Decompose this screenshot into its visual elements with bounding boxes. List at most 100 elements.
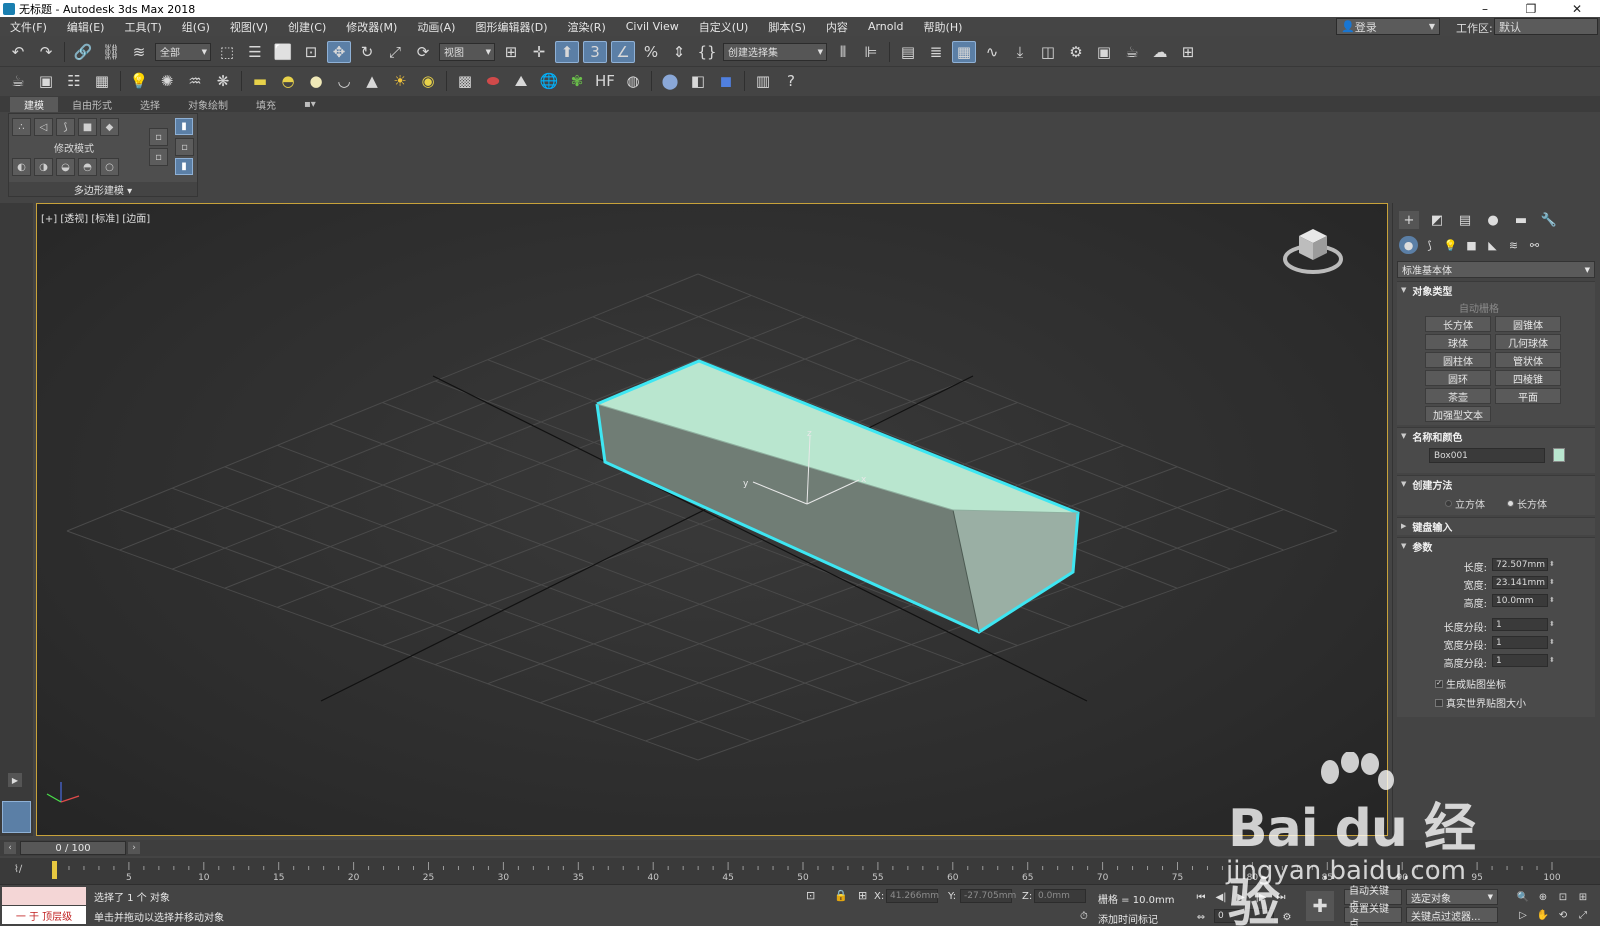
- tab-modeling[interactable]: 建模: [10, 97, 58, 112]
- vertex-mode-icon[interactable]: ∴: [12, 118, 31, 136]
- goto-start-icon[interactable]: ⏮: [1192, 889, 1210, 905]
- spinner-icon[interactable]: ⬍: [1549, 560, 1555, 568]
- curve-editor-icon[interactable]: ∿: [980, 41, 1004, 63]
- grid-icon[interactable]: ▩: [453, 70, 477, 92]
- menu-modifiers[interactable]: 修改器(M): [336, 19, 407, 35]
- plane-button[interactable]: 平面: [1495, 388, 1561, 404]
- menu-graph-editors[interactable]: 图形编辑器(D): [465, 19, 557, 35]
- menu-animation[interactable]: 动画(A): [407, 19, 465, 35]
- tab-freeform[interactable]: 自由形式: [58, 97, 126, 112]
- select-by-name-icon[interactable]: ☰: [243, 41, 267, 63]
- show-end-result-icon[interactable]: ▮: [175, 118, 193, 135]
- menu-rendering[interactable]: 渲染(R): [558, 19, 616, 35]
- sphere-primitive-icon[interactable]: ●: [304, 70, 328, 92]
- key-filters-button[interactable]: 关键点过滤器...: [1406, 907, 1498, 923]
- box-object[interactable]: [595, 359, 1080, 634]
- creation-method-header[interactable]: ▼ 创建方法: [1397, 476, 1595, 492]
- zoom-extents-all-icon[interactable]: ⊞: [1574, 889, 1592, 905]
- percent-snap-icon[interactable]: %: [639, 41, 663, 63]
- hair-icon[interactable]: ♒: [183, 70, 207, 92]
- object-type-header[interactable]: ▼ 对象类型: [1397, 282, 1595, 298]
- helpers-icon[interactable]: ◣: [1483, 236, 1502, 254]
- render-to-texture-icon[interactable]: ◼: [714, 70, 738, 92]
- soft-select-icon[interactable]: ◒: [56, 158, 75, 176]
- list-icon[interactable]: ☷: [62, 70, 86, 92]
- time-slider-thumb[interactable]: 0 / 100: [20, 841, 126, 855]
- panel-icon[interactable]: ▥: [751, 70, 775, 92]
- x-coord-input[interactable]: 41.266mm: [886, 889, 939, 903]
- teapot-button[interactable]: 茶壶: [1425, 388, 1491, 404]
- edit-named-selection-icon[interactable]: {}: [695, 41, 719, 63]
- zoom-icon[interactable]: 🔍: [1514, 889, 1532, 905]
- maxscript-listener[interactable]: [2, 887, 86, 905]
- manipulate-icon[interactable]: ✛: [527, 41, 551, 63]
- select-move-icon[interactable]: ✥: [327, 40, 351, 63]
- zoom-all-icon[interactable]: ⊕: [1534, 889, 1552, 905]
- hierarchy-tab-icon[interactable]: ▤: [1455, 211, 1475, 229]
- particle-icon[interactable]: ✺: [155, 70, 179, 92]
- workspace-select[interactable]: 默认: [1494, 18, 1598, 35]
- pyramid-button[interactable]: 四棱锥: [1495, 370, 1561, 386]
- display-tab-icon[interactable]: ▬: [1511, 211, 1531, 229]
- image-viewer-icon[interactable]: ▣: [34, 70, 58, 92]
- add-time-tag[interactable]: 添加时间标记: [1098, 911, 1158, 926]
- layer-explorer-icon[interactable]: ≣: [924, 41, 948, 63]
- height-input[interactable]: 10.0mm: [1492, 594, 1548, 607]
- space-warps-icon[interactable]: ≋: [1504, 236, 1523, 254]
- cloth-icon[interactable]: ◍: [621, 70, 645, 92]
- box-radio[interactable]: 长方体: [1507, 496, 1547, 511]
- globe-icon[interactable]: 🌐: [537, 70, 561, 92]
- map-icon[interactable]: ◧: [686, 70, 710, 92]
- selected-object-select[interactable]: 选定对象 ▼: [1406, 889, 1498, 905]
- orbit-icon[interactable]: ⟲: [1554, 907, 1572, 923]
- object-color-swatch[interactable]: [1553, 448, 1565, 462]
- set-key-big-icon[interactable]: ✚: [1306, 891, 1334, 921]
- sky-light-icon[interactable]: ◉: [416, 70, 440, 92]
- cylinder-button[interactable]: 圆柱体: [1425, 352, 1491, 368]
- render-setup-icon[interactable]: ⚙: [1064, 41, 1088, 63]
- angle-snap-icon[interactable]: ∠: [611, 40, 635, 63]
- menu-civil-view[interactable]: Civil View: [616, 20, 689, 33]
- named-selection-select[interactable]: 创建选择集 ▼: [723, 42, 827, 61]
- rendered-frame-icon[interactable]: ▣: [1092, 41, 1116, 63]
- bind-space-warp-icon[interactable]: ≋: [127, 41, 151, 63]
- tab-selection[interactable]: 选择: [126, 97, 174, 112]
- spinner-snap-icon[interactable]: ⇕: [667, 41, 691, 63]
- menu-create[interactable]: 创建(C): [278, 19, 336, 35]
- sphere-button[interactable]: 球体: [1425, 334, 1491, 350]
- motion-tab-icon[interactable]: ●: [1483, 211, 1503, 229]
- hair-fur-icon[interactable]: HF: [593, 70, 617, 92]
- menu-views[interactable]: 视图(V): [220, 19, 278, 35]
- z-coord-input[interactable]: 0.0mm: [1034, 889, 1086, 903]
- time-tag-icon[interactable]: ⏱: [1080, 911, 1088, 922]
- viewport-layout-thumb[interactable]: [2, 801, 31, 833]
- box-primitive-icon[interactable]: ▬: [248, 70, 272, 92]
- cone-primitive-icon[interactable]: ▲: [360, 70, 384, 92]
- time-config-icon[interactable]: ⚙: [1278, 909, 1296, 925]
- tube-button[interactable]: 管状体: [1495, 352, 1561, 368]
- geosphere-button[interactable]: 几何球体: [1495, 334, 1561, 350]
- render-cloud-icon[interactable]: ☁: [1148, 41, 1172, 63]
- spinner-icon[interactable]: ⬍: [1549, 596, 1555, 604]
- collapse-icon[interactable]: ▫: [149, 148, 168, 166]
- preserve-uv-icon[interactable]: ◐: [12, 158, 31, 176]
- geometry-category-select[interactable]: 标准基本体 ▼: [1397, 261, 1595, 278]
- rect-selection-icon[interactable]: ⬜: [271, 41, 295, 63]
- set-key-button[interactable]: 设置关键点: [1344, 904, 1402, 926]
- remove-modifier-icon[interactable]: ▫: [175, 138, 194, 156]
- utilities-tab-icon[interactable]: 🔧: [1539, 211, 1559, 229]
- field-of-view-icon[interactable]: ▷: [1514, 907, 1532, 923]
- length-segs-input[interactable]: 1: [1492, 618, 1548, 631]
- shrink-icon[interactable]: ◓: [78, 158, 97, 176]
- height-segs-input[interactable]: 1: [1492, 654, 1548, 667]
- goto-end-icon[interactable]: ⏭: [1272, 889, 1290, 905]
- systems-icon[interactable]: ⚯: [1525, 236, 1544, 254]
- text-plus-button[interactable]: 加强型文本: [1425, 406, 1491, 422]
- render-iterative-icon[interactable]: ⊞: [1176, 41, 1200, 63]
- gen-map-coords-checkbox[interactable]: ✓ 生成贴图坐标: [1435, 676, 1506, 691]
- cone-button[interactable]: 圆锥体: [1495, 316, 1561, 332]
- material-sphere-icon[interactable]: ⬤: [658, 70, 682, 92]
- select-scale-icon[interactable]: ⤢: [383, 41, 407, 63]
- pan-icon[interactable]: ✋: [1534, 907, 1552, 923]
- select-rotate-icon[interactable]: ↻: [355, 41, 379, 63]
